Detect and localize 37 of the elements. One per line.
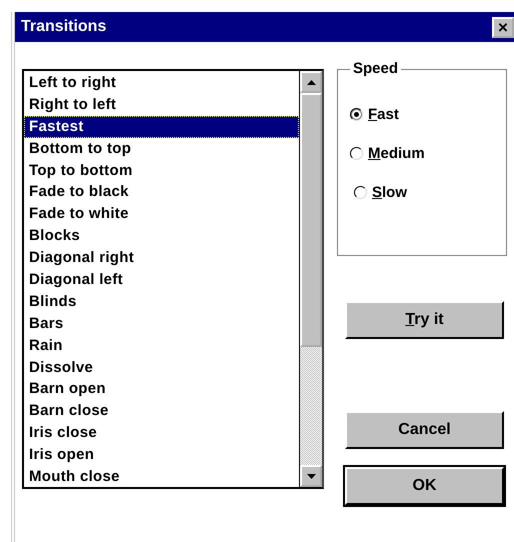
close-button[interactable]: × [492, 16, 514, 38]
up-arrow-icon [306, 80, 316, 84]
dialog-button[interactable]: OK [345, 467, 504, 505]
dialog-button[interactable]: Try it [345, 301, 504, 339]
scrollbar[interactable] [299, 71, 322, 487]
list-item[interactable]: Bottom to top [24, 138, 299, 160]
scroll-down-button[interactable] [300, 465, 322, 487]
list-item[interactable]: Iris open [24, 444, 299, 466]
list-item[interactable]: Blocks [24, 225, 299, 248]
list-item[interactable]: Diagonal right [24, 247, 299, 270]
group-title: Speed [350, 60, 402, 77]
list-item[interactable]: Barn open [24, 378, 299, 400]
list-item[interactable]: Barn close [24, 400, 299, 422]
down-arrow-icon [306, 474, 316, 478]
radio-label[interactable]: Fast [368, 106, 399, 123]
list-item[interactable]: Blinds [24, 290, 299, 313]
radio-button[interactable] [354, 186, 367, 199]
list-item[interactable]: Fade to black [24, 181, 299, 204]
list-item[interactable]: Dissolve [24, 356, 299, 378]
radio-button[interactable] [350, 108, 363, 121]
window-title: Transitions [21, 18, 106, 36]
dialog-button[interactable]: Cancel [345, 411, 504, 449]
list-item[interactable]: Top to bottom [24, 160, 299, 182]
radio-label[interactable]: Slow [372, 184, 408, 201]
list-item[interactable]: Rain [24, 334, 299, 357]
list-item[interactable]: Left to right [24, 72, 299, 94]
list-item[interactable]: Diagonal left [24, 269, 299, 291]
radio-button[interactable] [350, 147, 363, 160]
list-item[interactable]: Mouth close [24, 466, 299, 488]
list-item[interactable]: Bars [24, 312, 299, 335]
scroll-up-button[interactable] [300, 71, 322, 93]
scroll-thumb[interactable] [300, 93, 322, 347]
list-item[interactable]: Fade to white [24, 203, 299, 226]
list-item[interactable]: Right to left [24, 94, 299, 116]
radio-label[interactable]: Medium [368, 145, 425, 162]
list-item[interactable]: Iris close [24, 422, 299, 444]
list-item[interactable]: Fastest [24, 116, 299, 138]
